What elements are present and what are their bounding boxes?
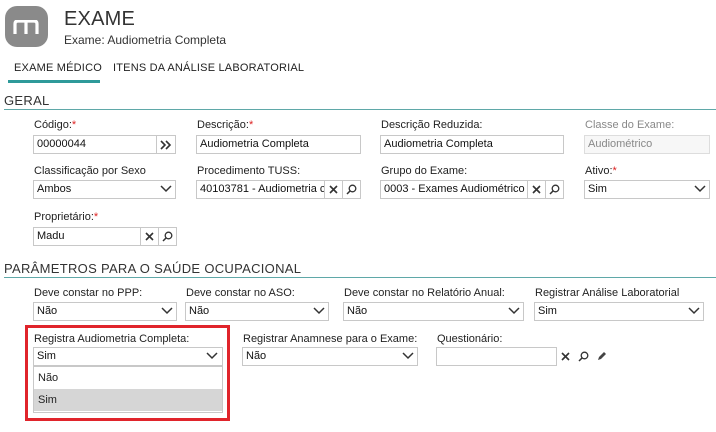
page-subtitle: Exame: Audiometria Completa (64, 33, 227, 47)
chevron-down-icon (688, 307, 700, 315)
ativo-value: Sim (588, 183, 607, 195)
ppp-select[interactable]: Não (33, 302, 177, 321)
analise-lab-label: Registrar Análise Laboratorial (535, 287, 680, 299)
page-title: EXAME (64, 8, 136, 30)
section-title-parametros: PARÂMETROS PARA O SAÚDE OCUPACIONAL (4, 261, 302, 276)
classe-exame-label: Classe do Exame: (585, 119, 675, 131)
descricao-label: Descrição:* (197, 119, 254, 131)
section-divider (4, 277, 716, 278)
tab-itens-analise-laboratorial[interactable]: ITENS DA ANÁLISE LABORATORIAL (113, 62, 304, 74)
classificacao-sexo-select[interactable]: Ambos (33, 180, 176, 199)
chevron-down-icon (508, 307, 520, 315)
ativo-select[interactable]: Sim (584, 180, 710, 199)
questionario-search-button[interactable] (574, 348, 593, 365)
chevron-down-icon (694, 185, 706, 193)
anamnese-select[interactable]: Não (242, 347, 418, 366)
grupo-clear-button[interactable] (527, 180, 546, 199)
search-icon (549, 184, 560, 195)
codigo-label: Código:* (34, 119, 77, 131)
procedimento-clear-button[interactable] (324, 180, 343, 199)
search-icon (162, 231, 173, 242)
analise-lab-value: Sim (538, 305, 557, 317)
aso-label: Deve constar no ASO: (186, 287, 295, 299)
relatorio-anual-value: Não (347, 305, 368, 317)
analise-lab-select[interactable]: Sim (534, 302, 704, 321)
proprietario-clear-button[interactable] (140, 227, 159, 246)
close-icon (145, 232, 154, 241)
relatorio-anual-label: Deve constar no Relatório Anual: (344, 287, 505, 299)
relatorio-anual-select[interactable]: Não (343, 302, 524, 321)
grupo-search-button[interactable] (545, 180, 564, 199)
ppp-value: Não (37, 305, 58, 317)
ativo-label: Ativo:* (585, 165, 617, 177)
close-icon (329, 185, 338, 194)
procedimento-search-button[interactable] (342, 180, 361, 199)
highlight-box (25, 325, 230, 421)
procedimento-tuss-field[interactable]: 40103781 - Audiometria c (196, 180, 325, 199)
pencil-icon (598, 352, 606, 360)
search-icon (578, 351, 589, 362)
double-chevron-right-icon (160, 139, 172, 150)
close-icon (561, 352, 570, 361)
questionario-field[interactable] (436, 347, 557, 366)
chevron-down-icon (160, 185, 172, 193)
grupo-exame-field[interactable]: 0003 - Exames Audiométrico (380, 180, 528, 199)
codigo-next-button[interactable] (156, 135, 176, 154)
chevron-down-icon (313, 307, 325, 315)
close-icon (532, 185, 541, 194)
proprietario-label: Proprietário:* (34, 211, 99, 223)
active-tab-indicator (8, 80, 100, 83)
codigo-field[interactable]: 00000044 (33, 135, 157, 154)
anamnese-label: Registrar Anamnese para o Exame: (243, 333, 418, 345)
classificacao-sexo-label: Classificação por Sexo (34, 165, 146, 177)
questionario-label: Questionário: (437, 333, 503, 345)
procedimento-tuss-label: Procedimento TUSS: (197, 165, 301, 177)
descricao-field[interactable]: Audiometria Completa (196, 135, 361, 154)
proprietario-search-button[interactable] (158, 227, 177, 246)
grupo-exame-label: Grupo do Exame: (381, 165, 468, 177)
questionario-edit-button[interactable] (592, 348, 611, 365)
aso-select[interactable]: Não (185, 302, 329, 321)
proprietario-field[interactable]: Madu (33, 227, 141, 246)
classificacao-sexo-value: Ambos (37, 183, 72, 195)
descricao-reduzida-field[interactable]: Audiometria Completa (380, 135, 564, 154)
ppp-label: Deve constar no PPP: (34, 287, 143, 299)
classe-exame-field: Audiométrico (584, 135, 710, 154)
chevron-down-icon (161, 307, 173, 315)
section-title-geral: GERAL (4, 93, 50, 108)
section-divider (4, 109, 716, 110)
tab-exame-medico[interactable]: EXAME MÉDICO (14, 62, 102, 74)
logo-m-icon (13, 20, 39, 34)
aso-value: Não (189, 305, 210, 317)
search-icon (346, 184, 357, 195)
chevron-down-icon (402, 352, 414, 360)
descricao-reduzida-label: Descrição Reduzida: (381, 119, 483, 131)
questionario-clear-button[interactable] (556, 348, 575, 365)
anamnese-value: Não (246, 350, 267, 362)
